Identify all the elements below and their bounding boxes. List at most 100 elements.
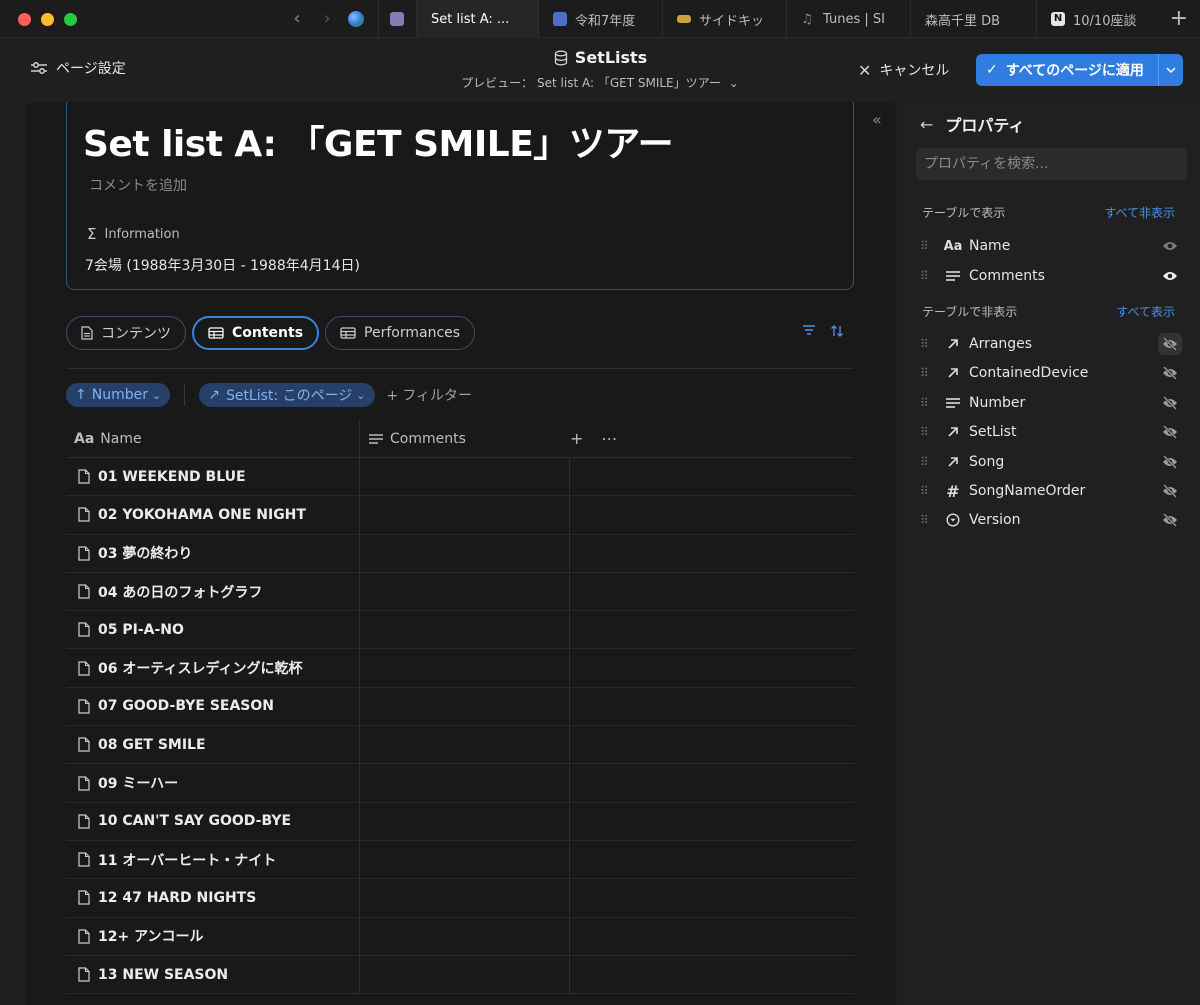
cell-name[interactable]: 11 オーバーヒート・ナイト bbox=[66, 840, 360, 879]
cell-comments[interactable] bbox=[360, 458, 570, 496]
table-row[interactable]: 03 夢の終わり bbox=[66, 534, 854, 573]
property-row[interactable]: ⠿ Aa Name bbox=[920, 232, 1184, 260]
column-header-name[interactable]: Aa Name bbox=[66, 419, 360, 458]
add-comment-link[interactable]: コメントを追加 bbox=[89, 175, 187, 195]
cell-comments[interactable] bbox=[360, 802, 570, 840]
drag-handle-icon[interactable]: ⠿ bbox=[920, 269, 934, 283]
tab-sidekick[interactable]: サイドキッ bbox=[662, 0, 786, 38]
eye-off-icon[interactable] bbox=[1158, 480, 1182, 502]
tab-favicon[interactable] bbox=[378, 0, 416, 38]
apply-all-pages-button[interactable]: ✓ すべてのページに適用 bbox=[976, 54, 1183, 86]
tab-moritaka-db[interactable]: 森高千里 DB bbox=[910, 0, 1036, 38]
sort-icon[interactable] bbox=[830, 324, 844, 338]
cell-comments[interactable] bbox=[360, 726, 570, 764]
cell-comments[interactable] bbox=[360, 572, 570, 611]
tab-tunes[interactable]: ♫ Tunes | SI bbox=[786, 0, 910, 38]
add-filter-button[interactable]: + フィルター bbox=[387, 385, 472, 405]
minimize-window-button[interactable] bbox=[41, 13, 54, 26]
more-options-icon[interactable]: ⋯ bbox=[601, 429, 617, 448]
back-arrow-icon[interactable]: ‹ bbox=[287, 8, 307, 30]
table-row[interactable]: 09 ミーハー bbox=[66, 764, 854, 803]
drag-handle-icon[interactable]: ⠿ bbox=[920, 337, 934, 351]
table-row[interactable]: 05 PI-A-NO bbox=[66, 611, 854, 650]
apply-options-chevron-icon[interactable] bbox=[1158, 54, 1183, 86]
drag-handle-icon[interactable]: ⠿ bbox=[920, 484, 934, 498]
cell-comments[interactable] bbox=[360, 879, 570, 917]
close-window-button[interactable] bbox=[18, 13, 31, 26]
table-row[interactable]: 12 47 HARD NIGHTS bbox=[66, 879, 854, 918]
property-row[interactable]: ⠿ ContainedDevice bbox=[920, 359, 1184, 387]
eye-icon[interactable] bbox=[1158, 265, 1182, 287]
drag-handle-icon[interactable]: ⠿ bbox=[920, 513, 934, 527]
table-row[interactable]: 04 あの日のフォトグラフ bbox=[66, 572, 854, 612]
add-column-plus-icon[interactable]: + bbox=[570, 429, 583, 448]
cell-name[interactable]: 05 PI-A-NO bbox=[66, 611, 360, 649]
cell-name[interactable]: 12+ アンコール bbox=[66, 917, 360, 955]
filter-icon[interactable] bbox=[802, 324, 816, 336]
tab-contents-table[interactable]: Contents bbox=[192, 316, 320, 350]
cell-name[interactable]: 07 GOOD-BYE SEASON bbox=[66, 687, 360, 726]
eye-off-icon[interactable] bbox=[1158, 421, 1182, 443]
table-row[interactable]: 07 GOOD-BYE SEASON bbox=[66, 687, 854, 727]
show-all-button[interactable]: すべて表示 bbox=[1116, 303, 1175, 320]
table-row[interactable]: 08 GET SMILE bbox=[66, 726, 854, 765]
table-row[interactable]: 10 CAN'T SAY GOOD-BYE bbox=[66, 802, 854, 841]
property-row[interactable]: ⠿ SetList bbox=[920, 418, 1184, 446]
table-row[interactable]: 06 オーティスレディングに乾杯 bbox=[66, 649, 854, 688]
filter-chip-setlist[interactable]: ↗ SetList: このページ ⌄ bbox=[199, 383, 375, 407]
property-search-input[interactable] bbox=[916, 148, 1187, 180]
cell-comments[interactable] bbox=[360, 649, 570, 687]
cell-comments[interactable] bbox=[360, 611, 570, 649]
back-arrow-icon[interactable]: ← bbox=[920, 115, 933, 134]
cell-name[interactable]: 13 NEW SEASON bbox=[66, 955, 360, 994]
cell-comments[interactable] bbox=[360, 764, 570, 802]
drag-handle-icon[interactable]: ⠿ bbox=[920, 366, 934, 380]
table-row[interactable]: 01 WEEKEND BLUE bbox=[66, 458, 854, 497]
globe-icon[interactable] bbox=[348, 11, 364, 27]
tab-reiwa[interactable]: 令和7年度 bbox=[538, 0, 662, 38]
eye-off-icon[interactable] bbox=[1158, 451, 1182, 473]
property-row[interactable]: ⠿ Arranges bbox=[920, 330, 1184, 358]
table-row[interactable]: 02 YOKOHAMA ONE NIGHT bbox=[66, 496, 854, 535]
property-row[interactable]: ⠿ Comments bbox=[920, 262, 1184, 290]
tab-contents-page[interactable]: コンテンツ bbox=[66, 316, 186, 350]
drag-handle-icon[interactable]: ⠿ bbox=[920, 239, 934, 253]
collapse-panel-icon[interactable]: « bbox=[872, 110, 882, 129]
table-row[interactable]: 12+ アンコール bbox=[66, 917, 854, 956]
cell-comments[interactable] bbox=[360, 955, 570, 994]
forward-arrow-icon[interactable]: › bbox=[317, 8, 337, 30]
table-row[interactable]: 13 NEW SEASON bbox=[66, 955, 854, 995]
eye-off-icon[interactable] bbox=[1158, 362, 1182, 384]
property-row[interactable]: ⠿ Number bbox=[920, 389, 1184, 417]
drag-handle-icon[interactable]: ⠿ bbox=[920, 396, 934, 410]
cell-name[interactable]: 02 YOKOHAMA ONE NIGHT bbox=[66, 496, 360, 534]
page-header-card[interactable]: Set list A: 「GET SMILE」ツアー コメントを追加 Σ Inf… bbox=[66, 102, 854, 290]
property-row[interactable]: ⠿ Song bbox=[920, 448, 1184, 476]
cell-name[interactable]: 12 47 HARD NIGHTS bbox=[66, 879, 360, 917]
cell-comments[interactable] bbox=[360, 840, 570, 879]
drag-handle-icon[interactable]: ⠿ bbox=[920, 455, 934, 469]
sort-chip-number[interactable]: ↑ Number ⌄ bbox=[66, 383, 171, 407]
tab-zadan[interactable]: N 10/10座談 bbox=[1036, 0, 1158, 38]
cell-name[interactable]: 04 あの日のフォトグラフ bbox=[66, 572, 360, 611]
property-row[interactable]: ⠿ # SongNameOrder bbox=[920, 477, 1184, 505]
cell-name[interactable]: 03 夢の終わり bbox=[66, 534, 360, 572]
cell-comments[interactable] bbox=[360, 917, 570, 955]
eye-off-icon[interactable] bbox=[1158, 509, 1182, 531]
column-header-comments[interactable]: Comments bbox=[360, 420, 570, 458]
cell-comments[interactable] bbox=[360, 534, 570, 572]
cell-comments[interactable] bbox=[360, 496, 570, 534]
new-tab-plus-icon[interactable]: + bbox=[1170, 6, 1188, 31]
table-row[interactable]: 11 オーバーヒート・ナイト bbox=[66, 840, 854, 880]
eye-icon[interactable] bbox=[1158, 235, 1182, 257]
eye-off-icon[interactable] bbox=[1158, 333, 1182, 355]
hide-all-button[interactable]: すべて非表示 bbox=[1104, 204, 1175, 221]
drag-handle-icon[interactable]: ⠿ bbox=[920, 425, 934, 439]
cell-comments[interactable] bbox=[360, 687, 570, 726]
eye-off-icon[interactable] bbox=[1158, 392, 1182, 414]
tab-performances[interactable]: Performances bbox=[325, 316, 476, 350]
tab-set-list-a[interactable]: Set list A: ... bbox=[416, 0, 538, 38]
cell-name[interactable]: 06 オーティスレディングに乾杯 bbox=[66, 649, 360, 687]
cell-name[interactable]: 01 WEEKEND BLUE bbox=[66, 458, 360, 496]
cell-name[interactable]: 08 GET SMILE bbox=[66, 726, 360, 764]
